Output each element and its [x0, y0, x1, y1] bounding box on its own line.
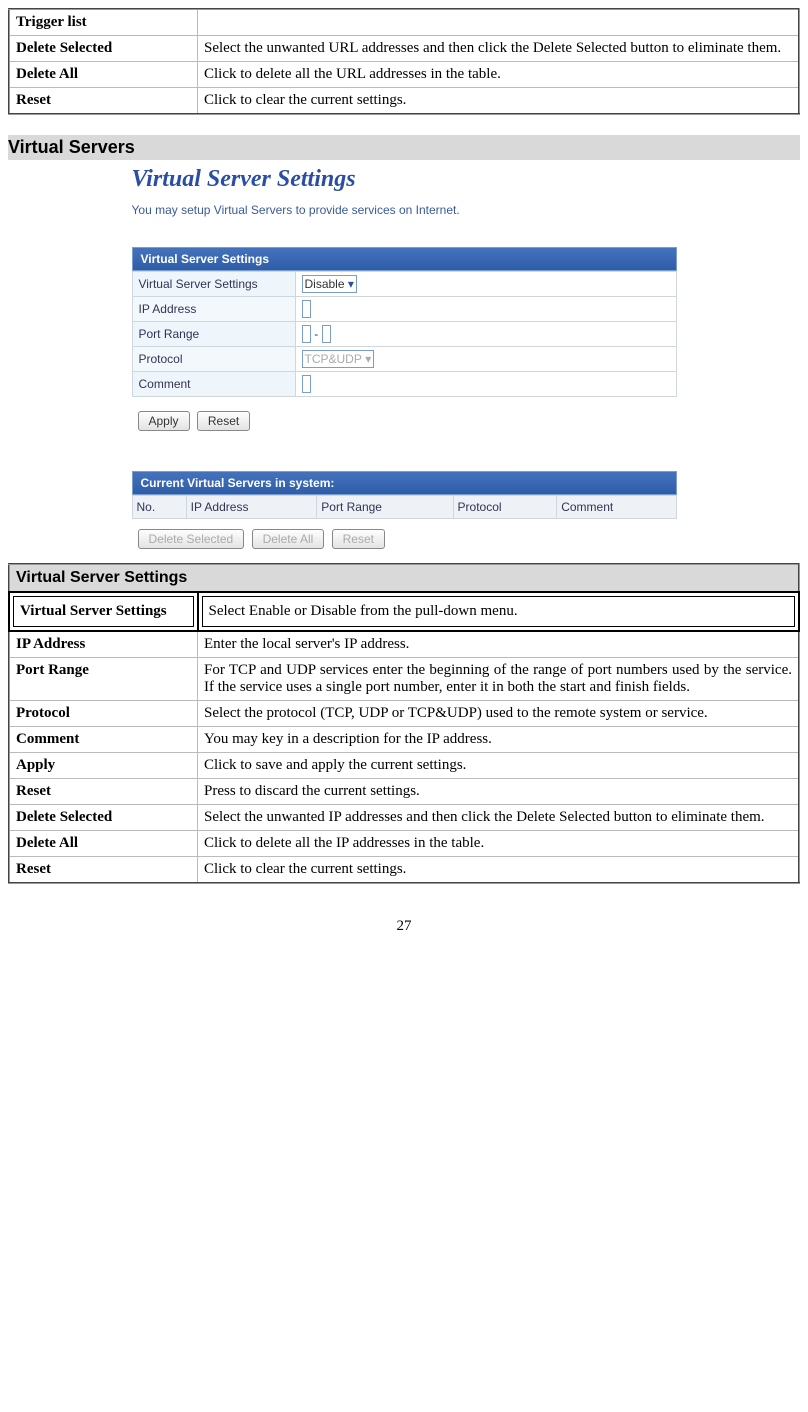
- current-servers-table: No. IP Address Port Range Protocol Comme…: [132, 495, 677, 519]
- row-label-comment: Comment: [132, 372, 295, 397]
- col-no: No.: [132, 496, 186, 519]
- row-desc-delall2: Click to delete all the IP addresses in …: [198, 831, 800, 857]
- col-ip: IP Address: [186, 496, 317, 519]
- row-field-vss: Disable ▾: [295, 272, 676, 297]
- ip-address-input[interactable]: [302, 300, 311, 318]
- row-label-protocol: Protocol: [132, 347, 295, 372]
- screenshot-caption: You may setup Virtual Servers to provide…: [132, 203, 677, 217]
- row-desc-protocol2: Select the protocol (TCP, UDP or TCP&UDP…: [198, 701, 800, 727]
- col-port: Port Range: [317, 496, 453, 519]
- row-field-comment: [295, 372, 676, 397]
- row-label-vss2: Virtual Server Settings: [13, 596, 194, 627]
- comment-input[interactable]: [302, 375, 311, 393]
- row-delete-selected-label: Delete Selected: [9, 36, 198, 62]
- virtual-server-settings-screenshot: Virtual Server Settings You may setup Vi…: [132, 166, 677, 549]
- col-comment: Comment: [557, 496, 676, 519]
- chevron-down-icon: ▾: [348, 277, 354, 291]
- row-label-reset3: Reset: [9, 857, 198, 884]
- apply-button[interactable]: Apply: [138, 411, 190, 431]
- page-number: 27: [8, 918, 800, 935]
- row-label-apply2: Apply: [9, 753, 198, 779]
- row-reset-label: Reset: [9, 88, 198, 115]
- reset-list-button[interactable]: Reset: [332, 529, 385, 549]
- screenshot-container: Virtual Server Settings You may setup Vi…: [8, 166, 800, 549]
- row-field-port: -: [295, 322, 676, 347]
- row-desc-port2: For TCP and UDP services enter the begin…: [198, 658, 800, 701]
- boxed-label-cell: Virtual Server Settings: [9, 592, 198, 631]
- row-desc-delsel2: Select the unwanted IP addresses and the…: [198, 805, 800, 831]
- row-desc-ip2: Enter the local server's IP address.: [198, 631, 800, 658]
- row-delete-selected-desc: Select the unwanted URL addresses and th…: [198, 36, 800, 62]
- row-label-protocol2: Protocol: [9, 701, 198, 727]
- port-range-start-input[interactable]: [302, 325, 311, 343]
- section-title-virtual-servers: Virtual Servers: [8, 135, 800, 160]
- delete-selected-button[interactable]: Delete Selected: [138, 529, 245, 549]
- delete-all-button[interactable]: Delete All: [252, 529, 325, 549]
- row-trigger-list-label: Trigger list: [9, 9, 198, 36]
- settings-panel-table: Virtual Server Settings Disable ▾ IP Add…: [132, 271, 677, 397]
- row-label-delsel2: Delete Selected: [9, 805, 198, 831]
- row-desc-vss2: Select Enable or Disable from the pull-d…: [202, 596, 796, 627]
- protocol-dropdown[interactable]: TCP&UDP ▾: [302, 350, 375, 368]
- vs-table-header: Virtual Server Settings: [9, 564, 799, 592]
- row-desc-reset2: Press to discard the current settings.: [198, 779, 800, 805]
- row-label-delall2: Delete All: [9, 831, 198, 857]
- row-desc-reset3: Click to clear the current settings.: [198, 857, 800, 884]
- row-reset-desc: Click to clear the current settings.: [198, 88, 800, 115]
- row-label-port: Port Range: [132, 322, 295, 347]
- row-label-reset2: Reset: [9, 779, 198, 805]
- chevron-down-icon: ▾: [365, 352, 371, 366]
- row-desc-comment2: You may key in a description for the IP …: [198, 727, 800, 753]
- virtual-server-settings-dropdown[interactable]: Disable ▾: [302, 275, 357, 293]
- row-field-protocol: TCP&UDP ▾: [295, 347, 676, 372]
- row-trigger-list-desc: [198, 9, 800, 36]
- panel-header-settings: Virtual Server Settings: [132, 247, 677, 271]
- port-range-separator: -: [314, 327, 318, 341]
- row-label-ip: IP Address: [132, 297, 295, 322]
- row-desc-apply2: Click to save and apply the current sett…: [198, 753, 800, 779]
- trigger-list-table: Trigger list Delete Selected Select the …: [8, 8, 800, 115]
- row-label-vss: Virtual Server Settings: [132, 272, 295, 297]
- port-range-end-input[interactable]: [322, 325, 331, 343]
- row-delete-all-desc: Click to delete all the URL addresses in…: [198, 62, 800, 88]
- panel-header-current: Current Virtual Servers in system:: [132, 471, 677, 495]
- row-delete-all-label: Delete All: [9, 62, 198, 88]
- row-field-ip: [295, 297, 676, 322]
- screenshot-title: Virtual Server Settings: [132, 166, 677, 193]
- reset-button[interactable]: Reset: [197, 411, 250, 431]
- col-protocol: Protocol: [453, 496, 557, 519]
- row-label-port2: Port Range: [9, 658, 198, 701]
- virtual-server-settings-desc-table: Virtual Server Settings Virtual Server S…: [8, 563, 800, 884]
- row-label-comment2: Comment: [9, 727, 198, 753]
- row-label-ip2: IP Address: [9, 631, 198, 658]
- boxed-desc-cell: Select Enable or Disable from the pull-d…: [198, 592, 800, 631]
